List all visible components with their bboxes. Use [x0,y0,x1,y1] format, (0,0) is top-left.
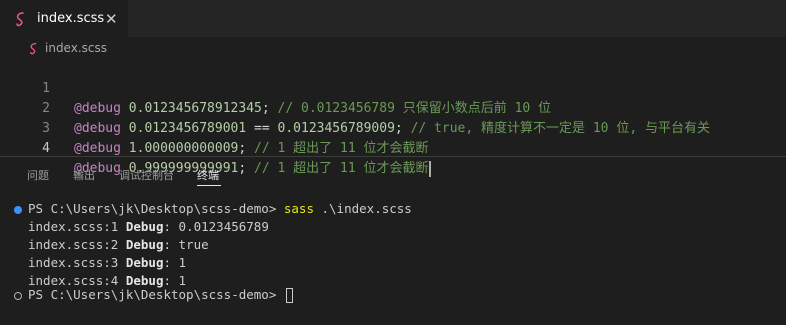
tab-debug-console[interactable]: 调试控制台 [119,167,174,183]
breadcrumb-file[interactable]: index.scss [45,41,107,55]
tab-problems[interactable]: 问题 [27,167,49,183]
code-editor[interactable]: 1 @debug 0.012345678912345; // 0.0123456… [0,59,786,177]
active-tab-indicator [197,185,221,186]
breadcrumb: index.scss [0,37,786,59]
editor-tab-bar: index.scss ✕ [0,0,786,38]
terminal-output-line: index.scss:2 Debug: true [28,237,209,252]
close-icon[interactable]: ✕ [105,10,118,28]
command-pending-icon[interactable] [14,292,22,300]
sass-file-icon [30,42,37,55]
code-line: 2 @debug 0.0123456789001 == 0.0123456789… [0,79,786,136]
terminal-prompt-line: PS C:\Users\jk\Desktop\scss-demo> [28,286,293,304]
terminal-command-line: PS C:\Users\jk\Desktop\scss-demo> sass .… [28,201,412,216]
code-line-active: 4 @debug 0.999999999991; // 1 超出了 11 位才会… [0,119,786,177]
sass-file-icon [16,12,24,27]
terminal-output-line: index.scss:1 Debug: 0.0123456789 [28,219,269,234]
tab-output[interactable]: 输出 [73,167,95,183]
panel-tabs: 问题 输出 调试控制台 终端 [0,157,786,193]
tab-index-scss[interactable]: index.scss ✕ [0,0,128,38]
terminal[interactable]: PS C:\Users\jk\Desktop\scss-demo> sass .… [0,200,786,320]
tab-filename: index.scss [37,11,105,26]
code-line: 1 @debug 0.012345678912345; // 0.0123456… [0,59,786,116]
command-success-icon[interactable] [14,206,22,214]
terminal-output-line: index.scss:3 Debug: 1 [28,255,187,270]
terminal-cursor [285,288,293,303]
code-line: 3 @debug 1.000000000009; // 1 超出了 11 位才会… [0,99,786,156]
tab-terminal[interactable]: 终端 [197,167,219,183]
